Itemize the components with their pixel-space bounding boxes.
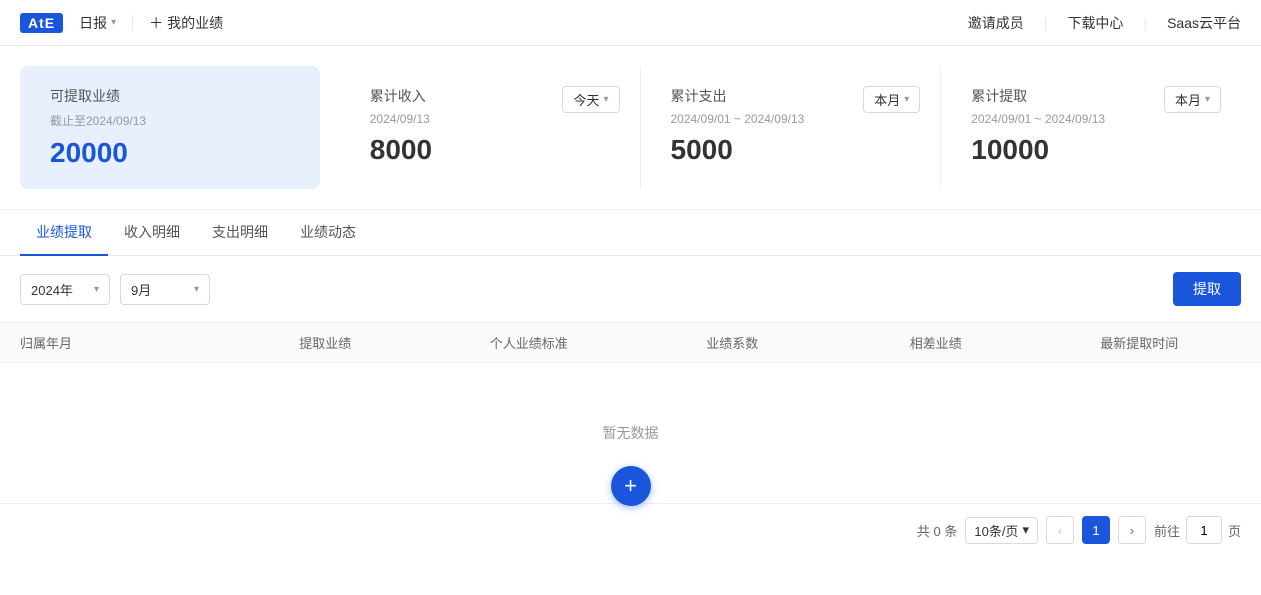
page-size-arrow: ▾ bbox=[1022, 522, 1029, 538]
col-header-perf-coefficient: 业绩系数 bbox=[631, 333, 835, 352]
nav-daily-label: 日报 bbox=[79, 13, 107, 33]
nav-saas-link[interactable]: Saas云平台 bbox=[1167, 13, 1241, 33]
goto-suffix: 页 bbox=[1228, 521, 1241, 540]
withdrawal-dropdown-label: 本月 bbox=[1175, 90, 1201, 109]
stat-income-value: 8000 bbox=[370, 134, 610, 166]
stat-withdrawal-value: 10000 bbox=[971, 134, 1211, 166]
nav-invite-link[interactable]: 邀请成员 bbox=[968, 13, 1024, 33]
plus-icon: ＋ bbox=[149, 13, 163, 33]
next-page-button[interactable]: › bbox=[1118, 516, 1146, 544]
page-size-dropdown[interactable]: 10条/页 ▾ bbox=[965, 517, 1038, 544]
goto-prefix: 前往 bbox=[1154, 521, 1180, 540]
nav-item-my-performance[interactable]: ＋ 我的业绩 bbox=[149, 13, 223, 33]
tab-income-detail[interactable]: 收入明细 bbox=[108, 210, 196, 256]
month-select-label: 9月 bbox=[131, 280, 151, 299]
page-goto-section: 前往 页 bbox=[1154, 516, 1241, 544]
stat-card-available: 可提取业绩 截止至2024/09/13 20000 bbox=[20, 66, 320, 189]
expenditure-dropdown-arrow: ▾ bbox=[904, 94, 909, 105]
stat-available-value: 20000 bbox=[50, 137, 290, 169]
logo: AtE bbox=[20, 13, 63, 33]
goto-page-input[interactable] bbox=[1186, 516, 1222, 544]
stat-expenditure-date: 2024/09/01 ~ 2024/09/13 bbox=[671, 112, 911, 126]
pagination-section: 共 0 条 10条/页 ▾ ‹ 1 › 前往 页 bbox=[0, 503, 1261, 556]
table-header: 归属年月 提取业绩 个人业绩标准 业绩系数 相差业绩 最新提取时间 bbox=[0, 322, 1261, 363]
nav-left: AtE 日报 ▾ ＋ 我的业绩 bbox=[20, 13, 223, 33]
expenditure-dropdown-label: 本月 bbox=[874, 90, 900, 109]
col-header-latest-extract-time: 最新提取时间 bbox=[1038, 333, 1242, 352]
empty-text: 暂无数据 bbox=[603, 425, 659, 441]
filter-left: 2024年 ▾ 9月 ▾ bbox=[20, 274, 210, 305]
total-count: 共 0 条 bbox=[917, 521, 957, 540]
stat-available-label: 可提取业绩 bbox=[50, 86, 290, 106]
tabs-section: 业绩提取 收入明细 支出明细 业绩动态 bbox=[0, 210, 1261, 256]
stat-expenditure-value: 5000 bbox=[671, 134, 911, 166]
stat-withdrawal-date: 2024/09/01 ~ 2024/09/13 bbox=[971, 112, 1211, 126]
col-header-diff-perf: 相差业绩 bbox=[834, 333, 1038, 352]
filter-row: 2024年 ▾ 9月 ▾ 提取 bbox=[0, 256, 1261, 322]
stat-available-date: 截止至2024/09/13 bbox=[50, 112, 290, 129]
stats-section: 可提取业绩 截止至2024/09/13 20000 今天 ▾ 累计收入 2024… bbox=[0, 46, 1261, 210]
year-select-label: 2024年 bbox=[31, 280, 73, 299]
fab-plus-icon: + bbox=[624, 473, 637, 499]
col-header-month: 归属年月 bbox=[20, 333, 224, 352]
stat-card-expenditure: 本月 ▾ 累计支出 2024/09/01 ~ 2024/09/13 5000 bbox=[640, 66, 941, 189]
tab-performance-dynamics[interactable]: 业绩动态 bbox=[284, 210, 372, 256]
nav-performance-label: 我的业绩 bbox=[167, 13, 223, 33]
nav-divider-2: | bbox=[1143, 15, 1147, 31]
tab-expenditure-detail[interactable]: 支出明细 bbox=[196, 210, 284, 256]
nav-download-link[interactable]: 下载中心 bbox=[1067, 13, 1123, 33]
page-size-label: 10条/页 bbox=[974, 521, 1018, 540]
col-header-personal-standard: 个人业绩标准 bbox=[427, 333, 631, 352]
year-select[interactable]: 2024年 ▾ bbox=[20, 274, 110, 305]
next-icon: › bbox=[1130, 523, 1134, 538]
expenditure-period-dropdown[interactable]: 本月 ▾ bbox=[863, 86, 920, 113]
stat-income-date: 2024/09/13 bbox=[370, 112, 610, 126]
col-header-extract-perf: 提取业绩 bbox=[224, 333, 428, 352]
nav-item-daily[interactable]: 日报 ▾ bbox=[79, 13, 116, 33]
page-1-button[interactable]: 1 bbox=[1082, 516, 1110, 544]
withdrawal-period-dropdown[interactable]: 本月 ▾ bbox=[1164, 86, 1221, 113]
stat-card-withdrawal: 本月 ▾ 累计提取 2024/09/01 ~ 2024/09/13 10000 bbox=[940, 66, 1241, 189]
month-select-arrow: ▾ bbox=[194, 284, 199, 295]
extract-button[interactable]: 提取 bbox=[1173, 272, 1241, 306]
fab-add-button[interactable]: + bbox=[611, 466, 651, 506]
stat-card-income: 今天 ▾ 累计收入 2024/09/13 8000 bbox=[340, 66, 640, 189]
prev-icon: ‹ bbox=[1058, 523, 1062, 538]
prev-page-button[interactable]: ‹ bbox=[1046, 516, 1074, 544]
nav-divider bbox=[132, 15, 133, 31]
withdrawal-dropdown-arrow: ▾ bbox=[1205, 94, 1210, 105]
nav-divider-1: | bbox=[1044, 15, 1048, 31]
income-dropdown-arrow: ▾ bbox=[603, 94, 608, 105]
income-period-dropdown[interactable]: 今天 ▾ bbox=[562, 86, 619, 113]
content-wrapper: 2024年 ▾ 9月 ▾ 提取 归属年月 提取业绩 个人业绩标准 业绩系数 相差… bbox=[0, 256, 1261, 556]
tab-performance-extract[interactable]: 业绩提取 bbox=[20, 210, 108, 256]
year-select-arrow: ▾ bbox=[94, 284, 99, 295]
nav-daily-arrow: ▾ bbox=[111, 17, 116, 28]
month-select[interactable]: 9月 ▾ bbox=[120, 274, 210, 305]
top-navigation: AtE 日报 ▾ ＋ 我的业绩 邀请成员 | 下载中心 | Saas云平台 bbox=[0, 0, 1261, 46]
nav-right: 邀请成员 | 下载中心 | Saas云平台 bbox=[968, 13, 1241, 33]
income-dropdown-label: 今天 bbox=[573, 90, 599, 109]
